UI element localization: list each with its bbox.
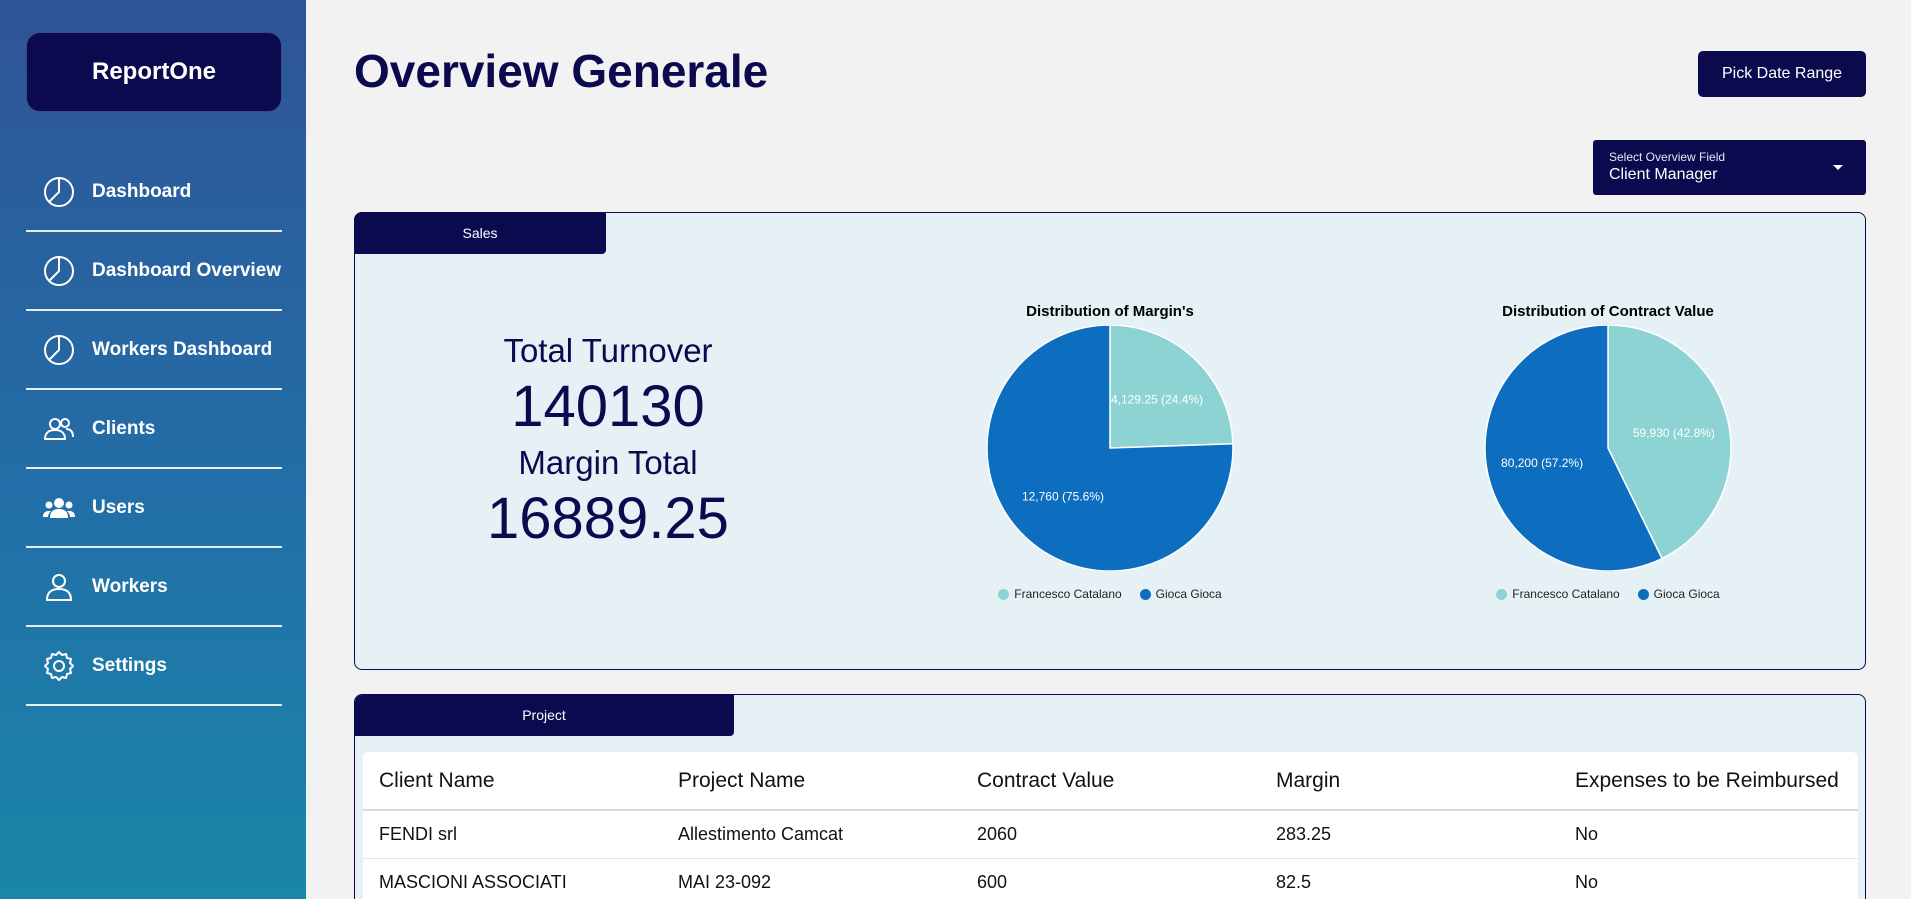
legend-item[interactable]: Gioca Gioca (1637, 587, 1720, 601)
margin-total-label: Margin Total (518, 444, 698, 481)
pie-chart-icon (42, 175, 76, 209)
page-title: Overview Generale (354, 45, 769, 97)
pie-slice-label: 4,129.25 (24.4%) (1111, 392, 1203, 406)
chevron-down-icon (1833, 165, 1843, 170)
legend-dot (1139, 588, 1151, 600)
chart-title: Distribution of Margin's (1026, 303, 1194, 320)
tab-sales[interactable]: Sales (354, 212, 606, 254)
select-value: Client Manager (1609, 166, 1718, 183)
contract-value-distribution-chart: Distribution of Contract Value 59,930 (4… (1463, 303, 1753, 601)
total-turnover-label: Total Turnover (503, 332, 713, 369)
sidebar-item-label: Workers (92, 575, 168, 597)
pick-date-range-button[interactable]: Pick Date Range (1698, 51, 1866, 97)
sidebar-item-label: Users (92, 496, 145, 518)
sidebar-item-dashboard-overview[interactable]: Dashboard Overview (26, 232, 282, 311)
cell-project-name: Allestimento Camcat (662, 810, 961, 859)
column-header[interactable]: Margin (1260, 752, 1559, 811)
user-icon (42, 570, 76, 604)
gear-icon (42, 649, 76, 683)
cell-margin: 82.5 (1260, 858, 1559, 899)
legend-label: Francesco Catalano (1512, 587, 1620, 601)
cell-expenses: No (1559, 810, 1858, 859)
margin-total-value: 16889.25 (487, 486, 729, 551)
chart-legend: Francesco Catalano Gioca Gioca (1463, 587, 1753, 601)
legend-label: Francesco Catalano (1014, 587, 1122, 601)
legend-label: Gioca Gioca (1653, 587, 1720, 601)
pie-slice[interactable] (1109, 325, 1234, 449)
tab-project[interactable]: Project (355, 695, 734, 736)
overview-field-select[interactable]: Select Overview Field Client Manager (1593, 140, 1866, 195)
sidebar-item-label: Clients (92, 417, 156, 439)
cell-expenses: No (1559, 858, 1858, 899)
project-table: Client Name Project Name Contract Value … (363, 752, 1858, 899)
column-header[interactable]: Expenses to be Reimbursed (1559, 752, 1858, 811)
pie-slice-label: 80,200 (57.2%) (1501, 456, 1583, 470)
sidebar: ReportOne Dashboard Dashboard Overview W… (0, 0, 306, 899)
cell-client-name: FENDI srl (363, 810, 662, 859)
column-header[interactable]: Project Name (662, 752, 961, 811)
legend-item[interactable]: Francesco Catalano (1496, 587, 1620, 601)
table-header-row: Client Name Project Name Contract Value … (363, 752, 1858, 811)
users-icon (42, 412, 76, 446)
legend-label: Gioca Gioca (1155, 587, 1222, 601)
select-label: Select Overview Field (1609, 150, 1726, 164)
group-icon (42, 491, 76, 525)
legend-item[interactable]: Francesco Catalano (998, 587, 1122, 601)
total-turnover-value: 140130 (511, 374, 705, 439)
column-header[interactable]: Contract Value (961, 752, 1260, 811)
pie-svg: 4,129.25 (24.4%) 12,760 (75.6%) (986, 325, 1234, 571)
project-table-card: Client Name Project Name Contract Value … (363, 752, 1858, 899)
sidebar-item-users[interactable]: Users (26, 469, 282, 548)
sidebar-item-workers[interactable]: Workers (26, 548, 282, 627)
sidebar-item-clients[interactable]: Clients (26, 390, 282, 469)
app-logo[interactable]: ReportOne (26, 32, 282, 112)
cell-contract-value: 2060 (961, 810, 1260, 859)
pie-chart-icon (42, 333, 76, 367)
project-panel: Project Client Name Project Name Contrac… (354, 694, 1866, 899)
cell-margin: 283.25 (1260, 810, 1559, 859)
chart-legend: Francesco Catalano Gioca Gioca (965, 587, 1255, 601)
column-header[interactable]: Client Name (363, 752, 662, 811)
legend-dot (1496, 588, 1508, 600)
chart-title: Distribution of Contract Value (1502, 303, 1714, 320)
pie-slice-label: 59,930 (42.8%) (1633, 426, 1715, 440)
legend-dot (998, 588, 1010, 600)
sidebar-item-settings[interactable]: Settings (26, 627, 282, 706)
kpi-block: Total Turnover 140130 Margin Total 16889… (455, 331, 761, 555)
sidebar-nav: Dashboard Dashboard Overview Workers Das… (26, 153, 282, 706)
margin-distribution-chart: Distribution of Margin's 4,129.25 (24.4%… (965, 303, 1255, 601)
table-row[interactable]: MASCIONI ASSOCIATI MAI 23-092 600 82.5 N… (363, 858, 1858, 899)
pie-svg: 59,930 (42.8%) 80,200 (57.2%) (1484, 325, 1732, 571)
sidebar-item-label: Settings (92, 654, 167, 676)
sales-panel: Sales Total Turnover 140130 Margin Total… (354, 212, 1866, 670)
cell-client-name: MASCIONI ASSOCIATI (363, 858, 662, 899)
pie-chart-icon (42, 254, 76, 288)
sidebar-item-dashboard[interactable]: Dashboard (26, 153, 282, 232)
sidebar-item-label: Dashboard (92, 180, 192, 202)
pie-slice-label: 12,760 (75.6%) (1022, 490, 1104, 504)
sidebar-item-workers-dashboard[interactable]: Workers Dashboard (26, 311, 282, 390)
cell-project-name: MAI 23-092 (662, 858, 961, 899)
legend-dot (1637, 588, 1649, 600)
sidebar-item-label: Dashboard Overview (92, 259, 282, 281)
sidebar-item-label: Workers Dashboard (92, 338, 273, 360)
cell-contract-value: 600 (961, 858, 1260, 899)
legend-item[interactable]: Gioca Gioca (1139, 587, 1222, 601)
table-row[interactable]: FENDI srl Allestimento Camcat 2060 283.2… (363, 810, 1858, 859)
